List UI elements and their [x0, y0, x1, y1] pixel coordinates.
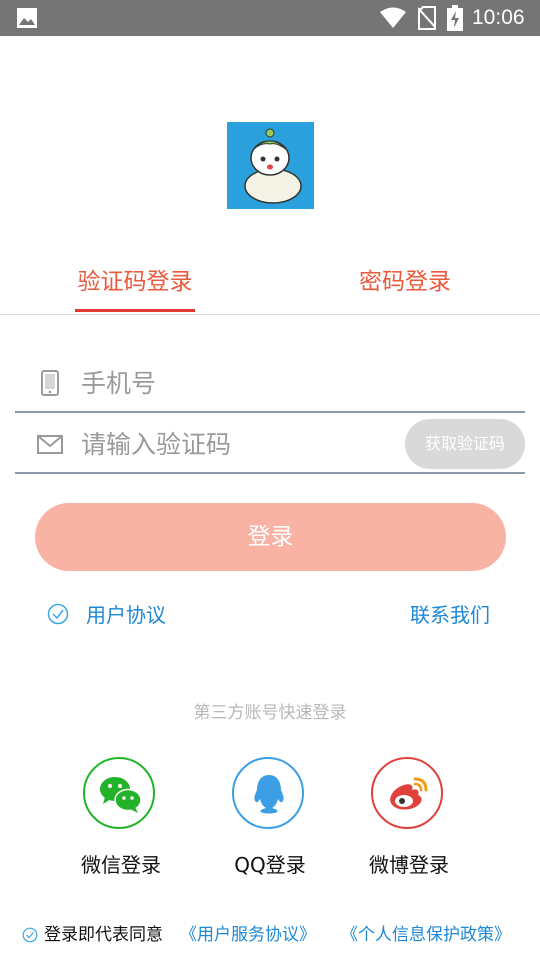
login-button[interactable]: 登录 — [35, 503, 506, 571]
wechat-icon — [100, 777, 142, 813]
code-field-row: 获取验证码 — [15, 414, 525, 474]
weibo-login-label: 微博登录 — [369, 853, 449, 877]
verification-code-input[interactable] — [81, 424, 391, 464]
qq-icon — [254, 775, 284, 814]
phone-icon — [41, 370, 59, 396]
mascot-icon — [227, 122, 314, 209]
phone-underline — [15, 411, 525, 413]
gallery-icon — [17, 8, 37, 28]
third-party-title: 第三方账号快速登录 — [193, 703, 347, 723]
privacy-policy-link[interactable]: 《个人信息保护政策》 — [341, 923, 511, 947]
footer-check-icon[interactable] — [22, 927, 38, 943]
get-code-button[interactable]: 获取验证码 — [405, 419, 525, 469]
status-time: 10:06 — [472, 6, 525, 29]
code-underline — [15, 472, 525, 474]
weibo-icon — [390, 777, 428, 810]
qq-login-button[interactable]: QQ登录 — [195, 757, 345, 887]
battery-charging-icon — [447, 5, 463, 31]
phone-field-row — [15, 353, 525, 413]
login-screen: 10:06 验证码登录 密码登录 手机号 请输入验证码 获取验证码 登录 用户协… — [0, 0, 540, 960]
user-agreement-link[interactable]: 用户协议 — [86, 600, 166, 630]
qq-login-circle[interactable] — [232, 757, 304, 829]
wechat-login-circle[interactable] — [83, 757, 155, 829]
weibo-login-circle[interactable] — [371, 757, 443, 829]
wifi-icon — [380, 7, 406, 28]
weibo-login-button[interactable]: 微博登录 — [334, 757, 484, 887]
status-bar: 10:06 — [0, 0, 540, 36]
no-sim-icon — [418, 6, 436, 30]
phone-input[interactable] — [81, 363, 391, 403]
wechat-login-button[interactable]: 微信登录 — [46, 757, 196, 887]
tabs-divider — [0, 314, 540, 315]
active-tab-indicator — [75, 309, 195, 312]
qq-login-label: QQ登录 — [234, 853, 306, 877]
contact-us-link[interactable]: 联系我们 — [410, 600, 490, 630]
mail-icon — [37, 435, 63, 454]
service-agreement-link[interactable]: 《用户服务协议》 — [180, 923, 316, 947]
app-logo — [227, 122, 314, 209]
wechat-login-label: 微信登录 — [81, 853, 161, 877]
tab-password-login[interactable]: 密码登录 — [345, 262, 465, 302]
tab-sms-login[interactable]: 验证码登录 — [75, 262, 195, 302]
check-circle-icon[interactable] — [47, 603, 69, 625]
footer-consent-text: 登录即代表同意 — [44, 925, 163, 945]
